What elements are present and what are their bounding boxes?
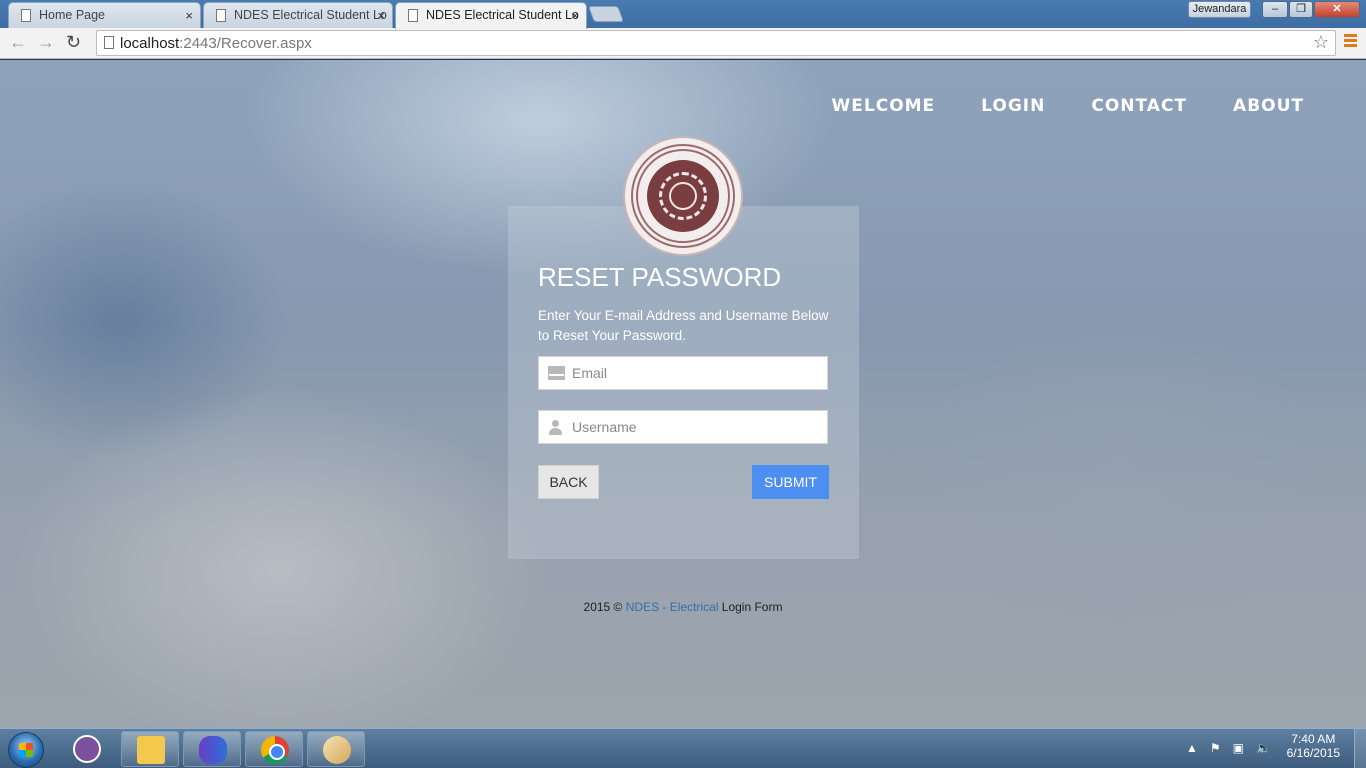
tab-title: NDES Electrical Student Lo xyxy=(426,8,579,22)
taskbar-paint[interactable] xyxy=(307,731,365,767)
back-arrow-icon[interactable]: ← xyxy=(9,32,27,53)
page-icon xyxy=(21,9,31,22)
footer-brand-link[interactable]: NDES - Electrical xyxy=(626,600,719,614)
footer: 2015 © NDES - Electrical Login Form xyxy=(0,600,1366,614)
nav-about[interactable]: ABOUT xyxy=(1233,96,1304,116)
close-icon[interactable]: × xyxy=(377,8,385,23)
clock-date: 6/16/2015 xyxy=(1286,746,1340,760)
maximize-button[interactable]: ❐ xyxy=(1289,1,1313,18)
show-desktop-button[interactable] xyxy=(1354,729,1366,768)
new-tab-button[interactable] xyxy=(588,6,624,22)
submit-button[interactable]: SUBMIT xyxy=(752,465,829,499)
tab-home-page[interactable]: Home Page × xyxy=(8,2,201,28)
user-icon xyxy=(548,420,562,435)
taskbar-visual-studio[interactable] xyxy=(183,731,241,767)
page-viewport: WELCOME LOGIN CONTACT ABOUT RESET PASSWO… xyxy=(0,60,1366,728)
url-path: :2443/Recover.aspx xyxy=(179,35,312,52)
chrome-icon xyxy=(261,736,289,764)
close-icon[interactable]: × xyxy=(571,8,579,23)
footer-suffix: Login Form xyxy=(718,600,783,614)
username-field[interactable] xyxy=(538,410,828,444)
page-icon xyxy=(216,9,226,22)
taskbar-chrome[interactable] xyxy=(245,731,303,767)
clock-time: 7:40 AM xyxy=(1291,732,1336,746)
network-icon[interactable]: ▣ xyxy=(1233,741,1244,755)
system-tray: ▲ ⚑ ▣ 🔈 xyxy=(1186,741,1271,755)
reset-password-card: RESET PASSWORD Enter Your E-mail Address… xyxy=(508,206,859,559)
tab-ndes-1[interactable]: NDES Electrical Student Lo × xyxy=(203,2,393,28)
email-input[interactable] xyxy=(572,357,822,389)
taskbar-explorer[interactable] xyxy=(121,731,179,767)
nav-welcome[interactable]: WELCOME xyxy=(832,96,936,116)
page-title: RESET PASSWORD xyxy=(538,262,782,292)
top-navigation: WELCOME LOGIN CONTACT ABOUT xyxy=(832,96,1304,116)
nav-login[interactable]: LOGIN xyxy=(981,96,1045,116)
page-icon xyxy=(408,9,418,22)
page-icon xyxy=(104,36,114,49)
url-host: localhost xyxy=(120,35,180,52)
back-button[interactable]: BACK xyxy=(538,465,599,499)
ndes-logo xyxy=(623,136,743,256)
forward-arrow-icon[interactable]: → xyxy=(37,32,55,53)
address-bar[interactable]: localhost:2443/Recover.aspx ☆ xyxy=(96,30,1336,56)
window-close-button[interactable]: ✕ xyxy=(1314,1,1360,18)
tray-expand-icon[interactable]: ▲ xyxy=(1186,741,1198,755)
viber-icon xyxy=(73,735,101,763)
profile-button[interactable]: Jewandara xyxy=(1188,1,1251,18)
visual-studio-icon xyxy=(199,736,227,764)
envelope-icon xyxy=(548,366,565,380)
browser-toolbar: ← → ↻ localhost:2443/Recover.aspx ☆ xyxy=(0,28,1366,59)
browser-menu-icon[interactable] xyxy=(1344,34,1357,47)
folder-icon xyxy=(137,736,165,764)
form-description: Enter Your E-mail Address and Username B… xyxy=(538,308,829,343)
username-input[interactable] xyxy=(572,411,822,443)
browser-tab-strip: Home Page × NDES Electrical Student Lo ×… xyxy=(0,0,1366,29)
paint-icon xyxy=(323,736,351,764)
footer-prefix: 2015 © xyxy=(583,600,626,614)
action-center-flag-icon[interactable]: ⚑ xyxy=(1210,741,1221,755)
tab-title: NDES Electrical Student Lo xyxy=(234,8,387,22)
taskbar-viber[interactable] xyxy=(58,731,116,767)
close-icon[interactable]: × xyxy=(185,8,193,23)
minimize-button[interactable]: – xyxy=(1262,1,1288,18)
bookmark-star-icon[interactable]: ☆ xyxy=(1313,32,1329,53)
clock[interactable]: 7:40 AM 6/16/2015 xyxy=(1287,732,1340,760)
email-field[interactable] xyxy=(538,356,828,390)
nav-contact[interactable]: CONTACT xyxy=(1091,96,1187,116)
reload-icon[interactable]: ↻ xyxy=(66,32,81,53)
windows-taskbar: ▲ ⚑ ▣ 🔈 7:40 AM 6/16/2015 xyxy=(0,728,1366,768)
start-button[interactable] xyxy=(8,732,44,768)
volume-icon[interactable]: 🔈 xyxy=(1256,741,1271,755)
tab-ndes-active[interactable]: NDES Electrical Student Lo × xyxy=(395,2,587,29)
tab-title: Home Page xyxy=(39,8,106,22)
